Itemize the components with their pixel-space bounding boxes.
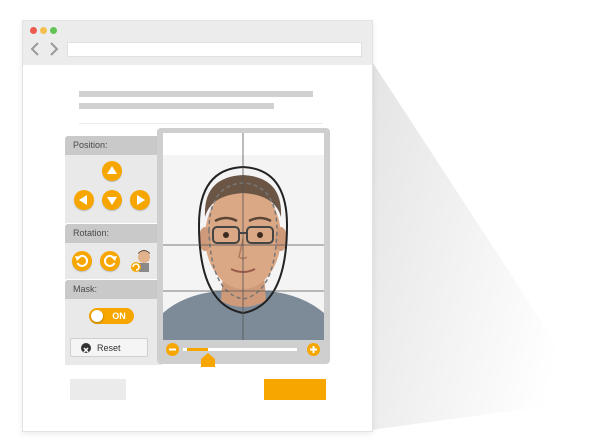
- reset-label: Reset: [97, 343, 121, 353]
- chevron-left-icon[interactable]: [28, 41, 44, 57]
- placeholder-text-line: [79, 91, 313, 97]
- rotate-left-icon: [75, 254, 89, 267]
- mask-label: Mask:: [73, 284, 98, 294]
- address-bar[interactable]: [67, 42, 362, 57]
- arrow-down-icon: [107, 197, 117, 205]
- reset-button[interactable]: Reset: [70, 338, 148, 357]
- close-circle-icon: [81, 343, 91, 353]
- zoom-in-button[interactable]: [307, 343, 320, 356]
- chevron-right-icon[interactable]: [45, 41, 61, 57]
- auto-rotate-face-icon[interactable]: [129, 248, 153, 274]
- rotate-left-button[interactable]: [72, 251, 92, 271]
- plus-icon: [310, 346, 317, 353]
- rotation-label: Rotation:: [73, 228, 110, 238]
- portrait-photo: [163, 155, 324, 340]
- minimize-window-dot[interactable]: [40, 27, 47, 34]
- move-down-button[interactable]: [102, 190, 122, 210]
- browser-titlebar: [23, 21, 372, 65]
- move-right-button[interactable]: [130, 190, 150, 210]
- mask-toggle[interactable]: ON: [89, 308, 134, 324]
- mask-panel-header: Mask:: [65, 280, 162, 299]
- zoom-out-button[interactable]: [166, 343, 179, 356]
- photo-canvas[interactable]: [163, 155, 324, 340]
- close-window-dot[interactable]: [30, 27, 37, 34]
- rotate-right-button[interactable]: [100, 251, 120, 271]
- mask-toggle-label: ON: [112, 311, 126, 321]
- placeholder-text-line: [79, 103, 274, 109]
- position-panel-header: Position:: [65, 136, 162, 155]
- rotate-right-icon: [103, 254, 117, 267]
- arrow-up-icon: [107, 166, 117, 174]
- move-up-button[interactable]: [102, 161, 122, 181]
- rotation-panel-header: Rotation:: [65, 224, 162, 243]
- toggle-knob: [91, 310, 103, 322]
- zoom-slider-handle[interactable]: [201, 353, 216, 367]
- position-panel: [65, 155, 162, 223]
- move-left-button[interactable]: [74, 190, 94, 210]
- minus-icon: [169, 348, 176, 351]
- guide-line-top: [242, 133, 244, 155]
- secondary-button[interactable]: [70, 379, 126, 400]
- browser-window: Position: Rotation: Mask: ON Reset: [22, 20, 373, 432]
- rotation-panel: [65, 243, 162, 279]
- arrow-left-icon: [79, 195, 87, 205]
- primary-button[interactable]: [264, 379, 326, 400]
- zoom-slider-fill: [187, 348, 209, 351]
- position-label: Position:: [73, 140, 108, 150]
- divider: [79, 123, 323, 124]
- maximize-window-dot[interactable]: [50, 27, 57, 34]
- arrow-right-icon: [137, 195, 145, 205]
